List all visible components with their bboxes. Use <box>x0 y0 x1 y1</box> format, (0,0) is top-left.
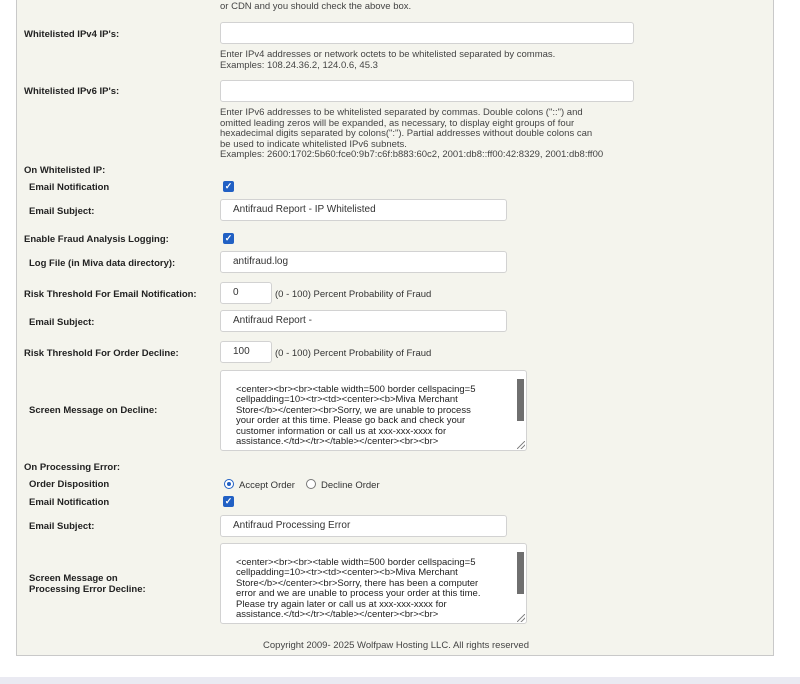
whitelist-ipv6-help: Enter IPv6 addresses to be whitelisted s… <box>220 107 604 161</box>
resize-grip-icon[interactable] <box>517 614 525 622</box>
decline-order-radio[interactable] <box>306 479 316 489</box>
intro-help-text: or CDN and you should check the above bo… <box>220 1 412 12</box>
error-email-subject-input[interactable]: Antifraud Processing Error <box>220 515 507 537</box>
accept-order-radio[interactable] <box>224 479 234 489</box>
log-file-label: Log File (in Miva data directory): <box>29 258 176 269</box>
footer-copyright: Copyright 2009- 2025 Wolfpaw Hosting LLC… <box>263 640 529 651</box>
whitelisted-email-notification-checkbox[interactable]: ✓ <box>223 181 234 192</box>
risk-email-threshold-label: Risk Threshold For Email Notification: <box>24 289 197 300</box>
decline-order-label: Decline Order <box>321 480 380 491</box>
risk-decline-threshold-input[interactable]: 100 <box>220 341 272 363</box>
log-file-input[interactable]: antifraud.log <box>220 251 507 273</box>
resize-grip-icon[interactable] <box>517 441 525 449</box>
whitelisted-email-subject-label: Email Subject: <box>29 206 95 217</box>
whitelist-ipv4-help: Enter IPv4 addresses or network octets t… <box>220 49 556 71</box>
on-error-heading: On Processing Error: <box>24 462 121 473</box>
whitelisted-email-subject-input[interactable]: Antifraud Report - IP Whitelisted <box>220 199 507 221</box>
error-screen-message-scrollbar[interactable] <box>517 552 524 594</box>
enable-logging-checkbox[interactable]: ✓ <box>223 233 234 244</box>
error-email-subject-label: Email Subject: <box>29 521 95 532</box>
settings-panel: or CDN and you should check the above bo… <box>16 0 774 656</box>
accept-order-label: Accept Order <box>239 480 295 491</box>
whitelist-ipv6-label: Whitelisted IPv6 IP's: <box>24 86 120 97</box>
risk-email-subject-input[interactable]: Antifraud Report - <box>220 310 507 332</box>
order-disposition-label: Order Disposition <box>29 479 110 490</box>
risk-decline-threshold-unit: (0 - 100) Percent Probability of Fraud <box>275 348 432 359</box>
error-screen-message-text: <center><br><br><table width=500 border … <box>236 557 481 621</box>
error-screen-message-label: Screen Message on Processing Error Decli… <box>29 573 146 595</box>
error-email-notification-label: Email Notification <box>29 497 110 508</box>
decline-screen-message-textarea[interactable]: <center><br><br><table width=500 border … <box>220 370 527 451</box>
error-screen-message-textarea[interactable]: <center><br><br><table width=500 border … <box>220 543 527 624</box>
risk-email-threshold-input[interactable]: 0 <box>220 282 272 304</box>
bottom-strip <box>0 677 800 684</box>
enable-logging-label: Enable Fraud Analysis Logging: <box>24 234 169 245</box>
risk-decline-threshold-label: Risk Threshold For Order Decline: <box>24 348 179 359</box>
whitelist-ipv6-input[interactable] <box>220 80 634 102</box>
on-whitelisted-heading: On Whitelisted IP: <box>24 165 106 176</box>
risk-email-subject-label: Email Subject: <box>29 317 95 328</box>
whitelisted-email-notification-label: Email Notification <box>29 182 110 193</box>
risk-email-threshold-unit: (0 - 100) Percent Probability of Fraud <box>275 289 432 300</box>
decline-screen-message-label: Screen Message on Decline: <box>29 405 158 416</box>
error-email-notification-checkbox[interactable]: ✓ <box>223 496 234 507</box>
whitelist-ipv4-input[interactable] <box>220 22 634 44</box>
decline-screen-message-text: <center><br><br><table width=500 border … <box>236 384 476 448</box>
whitelist-ipv4-label: Whitelisted IPv4 IP's: <box>24 29 120 40</box>
decline-screen-message-scrollbar[interactable] <box>517 379 524 421</box>
